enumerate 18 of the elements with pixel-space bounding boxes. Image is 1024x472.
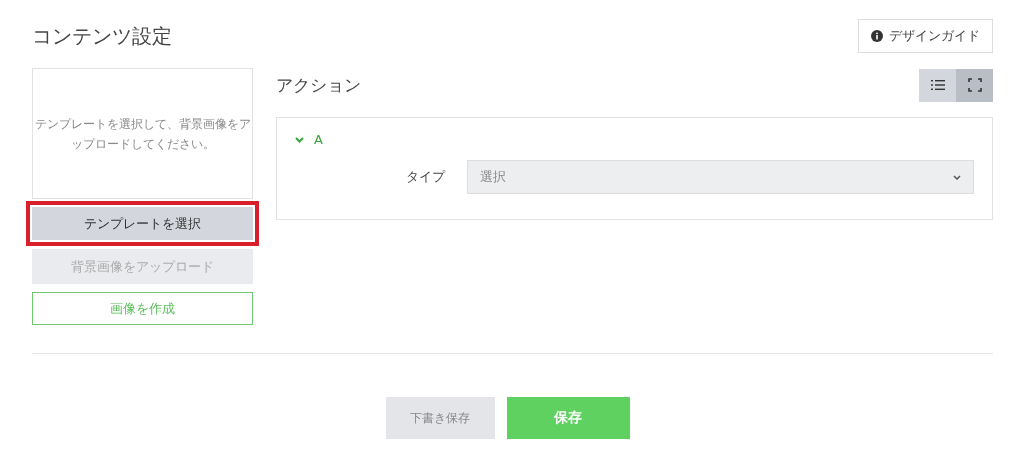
field-label: タイプ: [405, 168, 447, 186]
chevron-icon[interactable]: [295, 136, 304, 143]
caret-icon: [953, 174, 961, 180]
page-title: コンテンツ設定: [32, 22, 172, 50]
type-select[interactable]: 選択: [467, 160, 974, 194]
section-title: アクション: [276, 73, 361, 97]
list-icon: [930, 79, 945, 91]
action-label[interactable]: A: [314, 132, 323, 147]
expand-icon: [967, 78, 982, 92]
design-guide-button[interactable]: デザインガイド: [858, 19, 993, 53]
preview-hint: テンプレートを選択して、背景画像をアップロードしてください。: [34, 115, 251, 153]
info-icon: [871, 30, 883, 42]
list-view-button[interactable]: [919, 68, 956, 102]
draft-save-button[interactable]: 下書き保存: [385, 397, 495, 439]
expand-view-button[interactable]: [956, 68, 993, 102]
create-image-button[interactable]: 画像を作成: [32, 292, 253, 325]
save-button[interactable]: 保存: [506, 397, 630, 439]
template-button[interactable]: テンプレートを選択: [26, 201, 259, 246]
